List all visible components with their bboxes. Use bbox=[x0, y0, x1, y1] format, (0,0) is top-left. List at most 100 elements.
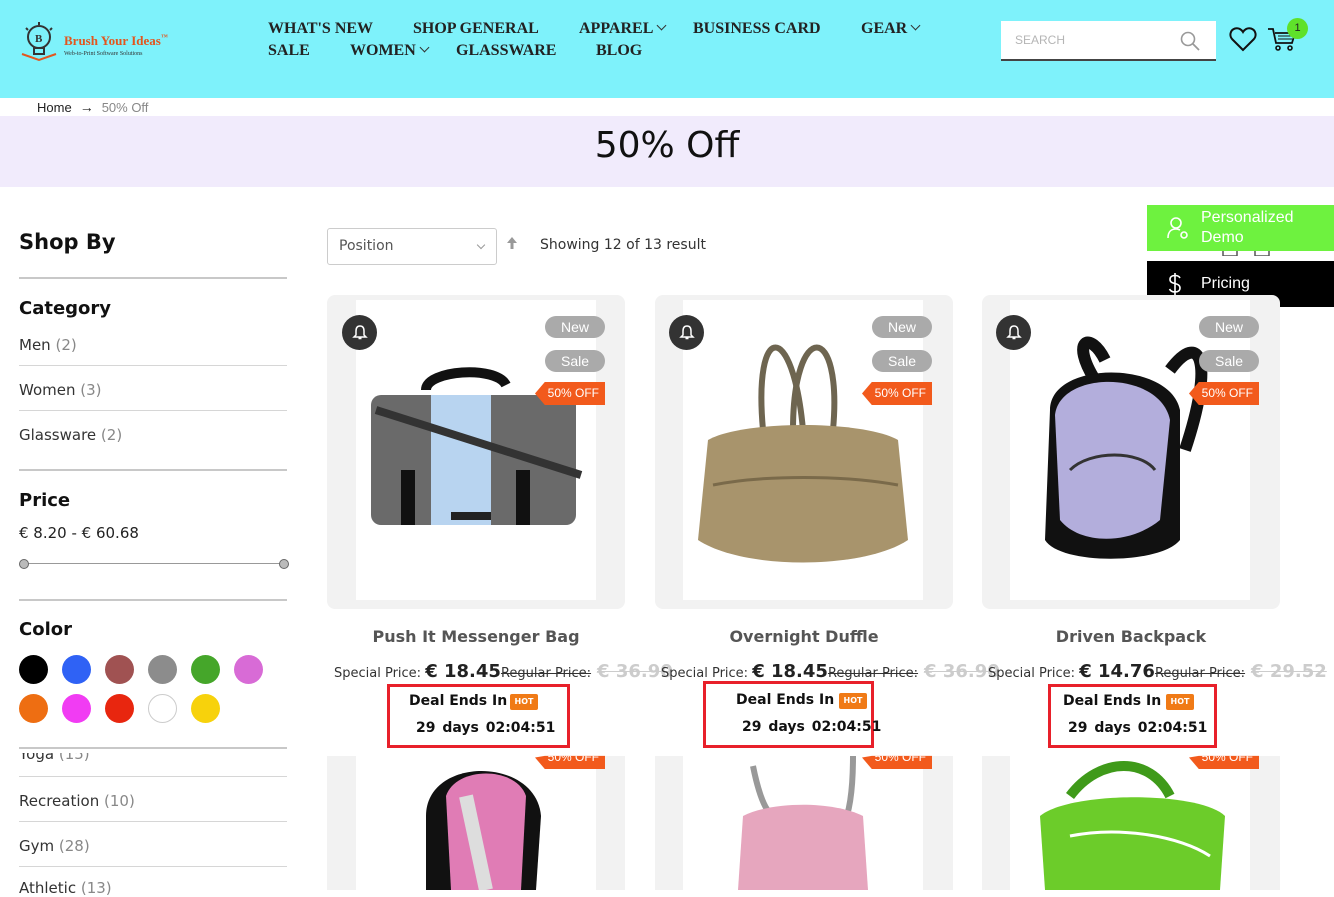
product-image[interactable] bbox=[1010, 300, 1250, 600]
lightbulb-logo-icon: B bbox=[21, 22, 57, 62]
color-swatch[interactable] bbox=[191, 655, 220, 684]
product-image[interactable] bbox=[356, 300, 596, 600]
bell-icon bbox=[352, 325, 368, 340]
notify-bell-button[interactable] bbox=[342, 315, 377, 350]
hot-icon: HOT bbox=[1166, 694, 1194, 710]
breadcrumb-current: 50% Off bbox=[101, 100, 149, 115]
arrow-right-icon: → bbox=[79, 99, 94, 115]
personalized-demo-label: Personalized Demo bbox=[1201, 209, 1294, 246]
color-swatch[interactable] bbox=[62, 655, 91, 684]
color-swatch[interactable] bbox=[19, 655, 48, 684]
brand-tagline: Web-to-Print Software Solutions bbox=[64, 51, 143, 57]
color-swatch[interactable] bbox=[105, 694, 134, 723]
results-count: Showing 12 of 13 result bbox=[540, 237, 706, 253]
green-bag-image bbox=[1040, 761, 1225, 890]
chevron-down-icon bbox=[419, 42, 430, 53]
product-image[interactable] bbox=[1010, 756, 1250, 890]
deal-countdown: Deal Ends In HOT 29 days 02:04:51 bbox=[703, 681, 881, 748]
discount-tag: 50% OFF bbox=[862, 382, 932, 405]
product-image[interactable] bbox=[683, 300, 923, 600]
divider bbox=[19, 410, 287, 411]
product-name[interactable]: Driven Backpack bbox=[982, 627, 1280, 646]
svg-text:B: B bbox=[35, 33, 43, 45]
nav-gear[interactable]: GEAR bbox=[861, 20, 921, 38]
hot-icon: HOT bbox=[839, 693, 867, 709]
product-name[interactable]: Push It Messenger Bag bbox=[327, 627, 625, 646]
activity-filter-gym[interactable]: Gym (28) bbox=[19, 837, 90, 855]
price-slider-track[interactable] bbox=[24, 563, 284, 564]
pink-bag-image bbox=[738, 755, 868, 890]
divider bbox=[19, 277, 287, 279]
product-name[interactable]: Overnight Duffle bbox=[655, 627, 953, 646]
shop-by-heading: Shop By bbox=[19, 230, 116, 254]
color-swatch[interactable] bbox=[105, 655, 134, 684]
deal-countdown: Deal Ends In HOT 29 days 02:04:51 bbox=[387, 684, 570, 748]
personalized-demo-button[interactable]: Personalized Demo bbox=[1147, 205, 1334, 251]
brand-logo[interactable]: B Brush Your Ideas™ Web-to-Print Softwar… bbox=[18, 20, 188, 65]
color-swatch[interactable] bbox=[191, 694, 220, 723]
discount-tag: 50% OFF bbox=[862, 755, 932, 769]
category-title: Category bbox=[19, 298, 112, 319]
category-filter-glassware[interactable]: Glassware (2) bbox=[19, 426, 122, 444]
sort-select[interactable]: Position bbox=[327, 228, 497, 265]
product-price: Special Price: € 18.45Regular Price: € 36… bbox=[334, 661, 673, 682]
new-badge: New bbox=[545, 316, 605, 338]
nav-business-card[interactable]: BUSINESS CARD bbox=[693, 20, 821, 38]
sort-direction-icon[interactable] bbox=[505, 235, 519, 251]
divider bbox=[19, 821, 287, 822]
search-input[interactable] bbox=[1001, 21, 1171, 59]
nav-whats-new[interactable]: WHAT'S NEW bbox=[268, 20, 373, 38]
price-title: Price bbox=[19, 490, 71, 511]
search-icon[interactable] bbox=[1180, 31, 1200, 51]
nav-sale[interactable]: SALE bbox=[268, 42, 310, 60]
category-filter-men[interactable]: Men (2) bbox=[19, 336, 77, 354]
activity-filter-recreation[interactable]: Recreation (10) bbox=[19, 792, 135, 810]
product-price: Special Price: € 18.45Regular Price: € 36… bbox=[661, 661, 1000, 682]
user-gear-icon bbox=[1167, 217, 1188, 239]
divider bbox=[19, 599, 287, 601]
activity-filter-athletic[interactable]: Athletic (13) bbox=[19, 879, 112, 897]
color-title: Color bbox=[19, 619, 72, 640]
divider bbox=[19, 747, 287, 749]
notify-bell-button[interactable] bbox=[996, 315, 1031, 350]
divider bbox=[19, 866, 287, 867]
new-badge: New bbox=[1199, 316, 1259, 338]
hot-icon: HOT bbox=[510, 694, 538, 710]
dollar-icon bbox=[1168, 273, 1181, 295]
discount-tag: 50% OFF bbox=[535, 382, 605, 405]
color-swatch[interactable] bbox=[19, 694, 48, 723]
category-filter-women[interactable]: Women (3) bbox=[19, 381, 102, 399]
new-badge: New bbox=[872, 316, 932, 338]
discount-tag: 50% OFF bbox=[1189, 755, 1259, 769]
page-title: 50% Off bbox=[594, 125, 740, 166]
pink-backpack-image bbox=[426, 771, 541, 892]
nav-shop-general[interactable]: SHOP GENERAL bbox=[413, 20, 539, 38]
site-header: B Brush Your Ideas™ Web-to-Print Softwar… bbox=[0, 0, 1334, 98]
sale-badge: Sale bbox=[1199, 350, 1259, 372]
price-slider-min-handle[interactable] bbox=[19, 559, 29, 569]
price-slider-max-handle[interactable] bbox=[279, 559, 289, 569]
notify-bell-button[interactable] bbox=[669, 315, 704, 350]
discount-tag: 50% OFF bbox=[535, 755, 605, 769]
color-swatch[interactable] bbox=[148, 655, 177, 684]
nav-blog[interactable]: BLOG bbox=[596, 42, 642, 60]
product-image[interactable] bbox=[683, 755, 923, 890]
color-swatch[interactable] bbox=[234, 655, 263, 684]
product-price: Special Price: € 14.76Regular Price: € 29… bbox=[988, 661, 1327, 682]
breadcrumb-home[interactable]: Home bbox=[37, 100, 72, 115]
discount-tag: 50% OFF bbox=[1189, 382, 1259, 405]
color-swatch[interactable] bbox=[62, 694, 91, 723]
deal-countdown: Deal Ends In HOT 29 days 02:04:51 bbox=[1048, 684, 1217, 748]
backpack-image bbox=[1045, 336, 1208, 559]
product-image[interactable] bbox=[356, 756, 596, 892]
divider bbox=[19, 365, 287, 366]
price-range-label: € 8.20 - € 60.68 bbox=[19, 524, 139, 542]
search-box bbox=[1001, 21, 1216, 61]
nav-women[interactable]: WOMEN bbox=[350, 42, 430, 60]
wishlist-heart-icon[interactable] bbox=[1229, 26, 1257, 52]
bell-icon bbox=[1006, 325, 1022, 340]
cart-count-badge: 1 bbox=[1287, 18, 1308, 39]
nav-glassware[interactable]: GLASSWARE bbox=[456, 42, 556, 60]
color-swatch[interactable] bbox=[148, 694, 177, 723]
nav-apparel[interactable]: APPAREL bbox=[579, 20, 667, 38]
